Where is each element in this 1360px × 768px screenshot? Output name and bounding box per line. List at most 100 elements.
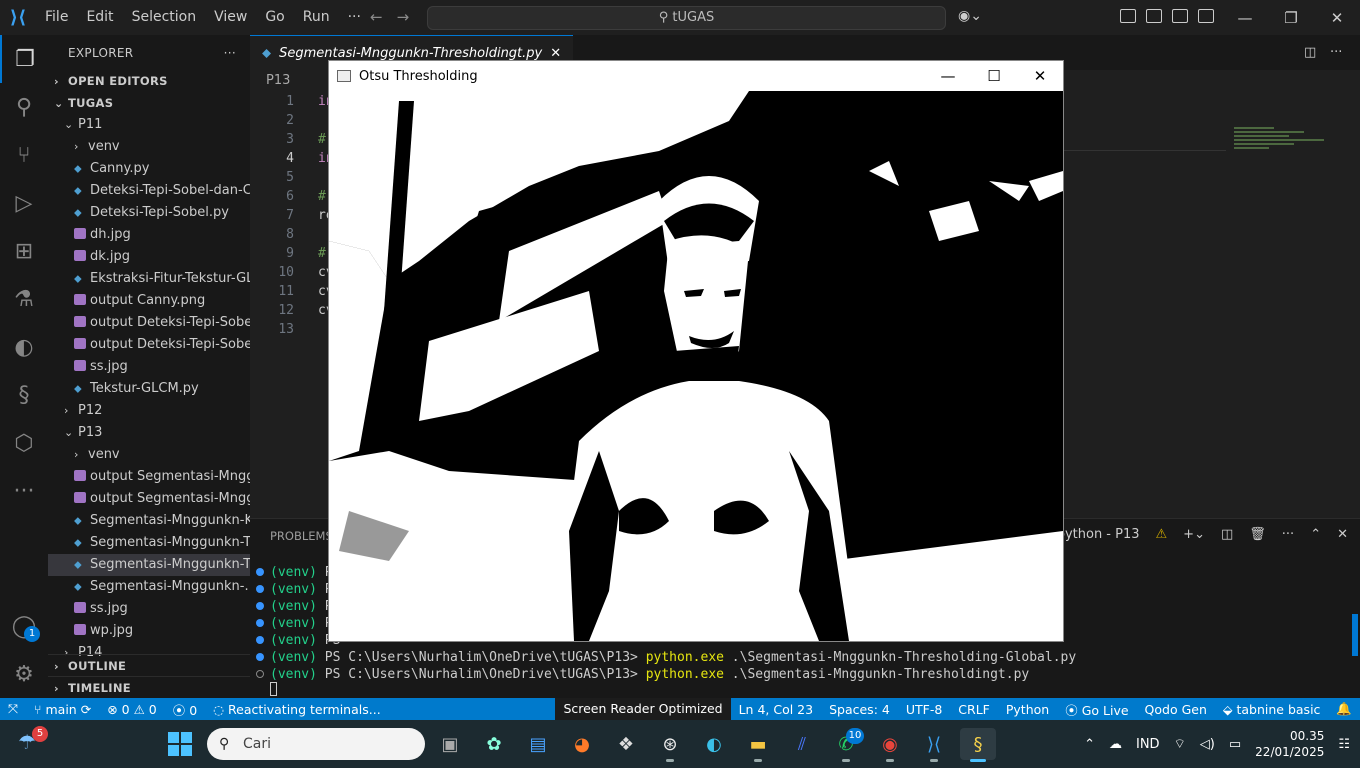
timeline-section[interactable]: › TIMELINE xyxy=(48,676,250,698)
file-item[interactable]: ⬥ Tekstur-GLCM.py xyxy=(48,378,250,400)
volume-icon[interactable]: ◁) xyxy=(1200,737,1215,752)
file-item[interactable]: wp.jpg xyxy=(48,620,250,642)
breadcrumb-folder[interactable]: P13 xyxy=(266,73,290,88)
split-editor-icon[interactable]: ◫ xyxy=(1304,35,1330,70)
encoding[interactable]: UTF-8 xyxy=(898,702,950,717)
maximize-panel-icon[interactable]: ⌃ xyxy=(1310,527,1321,542)
explorer-icon[interactable]: ❐ xyxy=(0,35,48,83)
dropbox-icon[interactable]: ❖ xyxy=(608,728,644,760)
search-icon[interactable]: ⚲ xyxy=(0,83,48,131)
qodo-gen-button[interactable]: Qodo Gen xyxy=(1137,702,1215,717)
notepad-icon[interactable]: ⫽ xyxy=(784,728,820,760)
file-item[interactable]: output Segmentasi-Mngg... xyxy=(48,466,250,488)
command-center-search[interactable]: ⚲ tUGAS xyxy=(427,6,946,30)
panel-more-icon[interactable]: ··· xyxy=(1282,527,1294,542)
kill-terminal-icon[interactable]: 🗑 xyxy=(1249,527,1266,542)
start-windows-icon[interactable] xyxy=(168,732,192,756)
file-item[interactable]: ss.jpg xyxy=(48,598,250,620)
file-item[interactable]: ⬥ Segmentasi-Mnggunkn-T... xyxy=(48,532,250,554)
cv-close-icon[interactable]: ✕ xyxy=(1017,61,1063,91)
settings-gear-icon[interactable]: ⚙ xyxy=(0,650,48,698)
edge-devtools-icon[interactable]: ◐ xyxy=(0,323,48,371)
menu-more[interactable]: ··· xyxy=(339,0,370,35)
show-hidden-icons-icon[interactable]: ⌃ xyxy=(1084,737,1095,752)
menu-run[interactable]: Run xyxy=(294,0,339,35)
file-item[interactable]: ⬥ Deteksi-Tepi-Sobel-dan-C... xyxy=(48,180,250,202)
screen-reader-indicator[interactable]: Screen Reader Optimized xyxy=(555,698,731,720)
python-taskbar-icon[interactable]: § xyxy=(960,728,996,762)
command-decoration-icon[interactable] xyxy=(256,670,264,678)
file-item[interactable]: dk.jpg xyxy=(48,246,250,268)
file-item[interactable]: ⬥ Canny.py xyxy=(48,158,250,180)
open-editors-section[interactable]: › OPEN EDITORS xyxy=(48,70,250,92)
run-debug-icon[interactable]: ▷ xyxy=(0,179,48,227)
chrome-icon[interactable]: ◉ xyxy=(872,728,908,762)
file-item[interactable]: output Deteksi-Tepi-Sobel... xyxy=(48,312,250,334)
language-mode[interactable]: Python xyxy=(998,702,1057,717)
command-decoration-icon[interactable] xyxy=(256,585,264,593)
tab-problems[interactable]: PROBLEMS xyxy=(270,529,333,543)
vscode-taskbar-icon[interactable]: ⟩⟨ xyxy=(916,728,952,762)
notifications-bell-icon[interactable]: 🔔 xyxy=(1328,701,1360,717)
branch-indicator[interactable]: ⑂ main ⟳ xyxy=(26,702,99,717)
command-decoration-icon[interactable] xyxy=(256,619,264,627)
file-item[interactable]: output Canny.png xyxy=(48,290,250,312)
split-terminal-icon[interactable]: ◫ xyxy=(1221,527,1233,542)
file-item[interactable]: output Deteksi-Tepi-Sobel... xyxy=(48,334,250,356)
whatsapp-icon[interactable]: ✆ 10 xyxy=(828,728,864,762)
file-item[interactable]: ⬥ Segmentasi-Mnggunkn-T... xyxy=(48,554,250,576)
folder-item[interactable]: ⌄ P11 xyxy=(48,114,250,136)
cursor-position[interactable]: Ln 4, Col 23 xyxy=(731,702,822,717)
accounts-icon[interactable]: ◯ 1 xyxy=(0,602,48,650)
copilot-app-icon[interactable]: ✿ xyxy=(476,728,512,760)
file-item[interactable]: ⬥ Segmentasi-Mnggunkn-K... xyxy=(48,510,250,532)
store-icon[interactable]: ▤ xyxy=(520,728,556,760)
file-item[interactable]: ss.jpg xyxy=(48,356,250,378)
taskbar-search[interactable]: ⚲ Cari xyxy=(207,728,425,760)
extensions-icon[interactable]: ⊞ xyxy=(0,227,48,275)
edge-icon[interactable]: ◐ xyxy=(696,728,732,760)
input-language[interactable]: IND xyxy=(1136,737,1160,752)
terminal-scrollbar[interactable] xyxy=(1352,614,1358,656)
close-tab-icon[interactable]: ✕ xyxy=(550,46,561,61)
menu-view[interactable]: View xyxy=(205,0,256,35)
file-explorer-icon[interactable]: ▬ xyxy=(740,728,776,762)
file-item[interactable]: ⬥ Ekstraksi-Fitur-Tekstur-GL... xyxy=(48,268,250,290)
firefox-icon[interactable]: ◕ xyxy=(564,728,600,760)
back-arrow-icon[interactable]: ← xyxy=(370,8,383,26)
outline-section[interactable]: › OUTLINE xyxy=(48,654,250,676)
indentation[interactable]: Spaces: 4 xyxy=(821,702,898,717)
copilot-icon[interactable]: ◉⌄ xyxy=(958,8,982,24)
explorer-more-icon[interactable]: ··· xyxy=(224,46,236,60)
cv-window-titlebar[interactable]: Otsu Thresholding — ☐ ✕ xyxy=(329,61,1063,91)
toggle-secondary-sidebar-icon[interactable] xyxy=(1198,9,1214,23)
new-terminal-icon[interactable]: +⌄ xyxy=(1183,527,1205,542)
file-item[interactable]: ⬥ Segmentasi-Mnggunkn-... xyxy=(48,576,250,598)
file-item[interactable]: ⬥ Deteksi-Tepi-Sobel.py xyxy=(48,202,250,224)
toggle-primary-sidebar-icon[interactable] xyxy=(1146,9,1162,23)
workspace-root[interactable]: ⌄ TUGAS xyxy=(48,92,250,114)
close-icon[interactable]: ✕ xyxy=(1314,0,1360,35)
clock[interactable]: 00.35 22/01/2025 xyxy=(1255,728,1324,760)
go-live-button[interactable]: ⦿ Go Live xyxy=(1057,700,1136,719)
remote-indicator-icon[interactable]: ⤧ xyxy=(0,701,26,717)
minimize-icon[interactable]: — xyxy=(1222,0,1268,35)
command-decoration-icon[interactable] xyxy=(256,636,264,644)
forward-arrow-icon[interactable]: → xyxy=(397,8,410,26)
toggle-panel-icon[interactable] xyxy=(1172,9,1188,23)
task-view-icon[interactable]: ▣ xyxy=(432,728,468,760)
customize-layout-icon[interactable] xyxy=(1120,9,1136,23)
folder-item[interactable]: › venv xyxy=(48,444,250,466)
problems-indicator[interactable]: ⊗ 0 ⚠ 0 xyxy=(99,702,165,717)
more-views-icon[interactable]: ··· xyxy=(0,467,48,515)
command-decoration-icon[interactable] xyxy=(256,602,264,610)
notifications-icon[interactable]: ☷ xyxy=(1338,737,1350,752)
wifi-icon[interactable]: ⌔ xyxy=(1174,736,1186,752)
source-control-icon[interactable]: ⑂ xyxy=(0,131,48,179)
remote-icon[interactable]: ⬡ xyxy=(0,419,48,467)
menu-edit[interactable]: Edit xyxy=(77,0,122,35)
testing-icon[interactable]: ⚗ xyxy=(0,275,48,323)
terminal-name[interactable]: python - P13 xyxy=(1057,527,1140,542)
python-icon[interactable]: § xyxy=(0,371,48,419)
menu-selection[interactable]: Selection xyxy=(123,0,206,35)
